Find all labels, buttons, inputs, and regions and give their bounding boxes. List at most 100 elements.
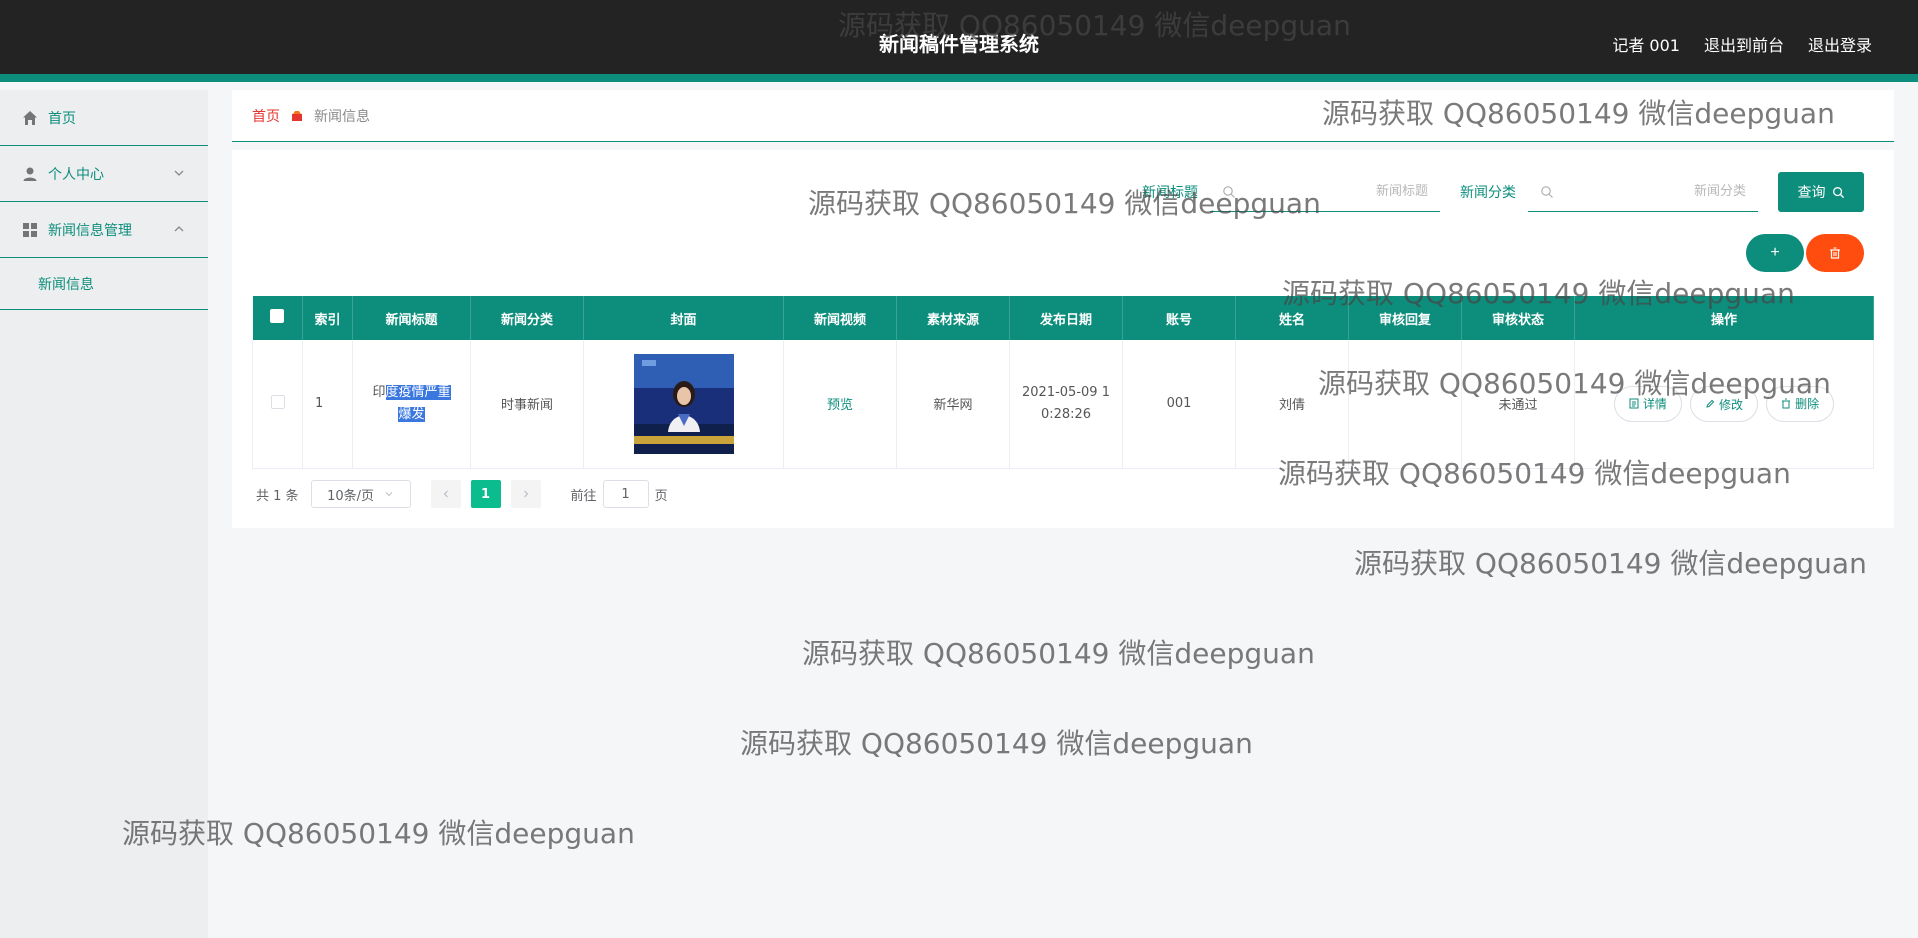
cover-cell	[583, 340, 784, 469]
table-header-row: 索引 新闻标题 新闻分类 封面 新闻视频 素材来源 发布日期 账号 姓名 审核回…	[252, 296, 1874, 340]
select-all-cell	[252, 296, 303, 340]
delete-button[interactable]: 删除	[1766, 385, 1835, 422]
sidebar-item-news-management[interactable]: 新闻信息管理	[0, 202, 208, 258]
grid-icon	[23, 222, 37, 237]
category-cell: 时事新闻	[470, 340, 584, 469]
goto-page-input[interactable]	[602, 480, 649, 508]
breadcrumb-current: 新闻信息	[314, 108, 370, 125]
breadcrumb-separator-icon	[292, 110, 302, 121]
document-icon	[1629, 398, 1639, 409]
reply-cell	[1348, 340, 1462, 469]
search-icon	[1832, 186, 1844, 198]
cover-image[interactable]	[633, 353, 734, 454]
video-preview-link[interactable]: 预览	[827, 398, 853, 413]
column-header: 操作	[1574, 296, 1874, 340]
current-user[interactable]: 记者 001	[1612, 32, 1680, 56]
sidebar-item-label: 新闻信息管理	[48, 222, 132, 239]
search-icon	[1223, 185, 1235, 198]
column-header: 审核状态	[1461, 296, 1575, 340]
account-cell: 001	[1122, 340, 1236, 469]
row-checkbox[interactable]	[270, 394, 285, 409]
column-header: 新闻视频	[783, 296, 897, 340]
column-header: 素材来源	[896, 296, 1010, 340]
chevron-right-icon	[523, 490, 528, 498]
column-header: 账号	[1122, 296, 1236, 340]
title-search-input[interactable]	[1236, 184, 1428, 199]
sidebar: 首页 个人中心 新闻信息管理 新闻信息	[0, 90, 208, 938]
title-highlight: 爆发	[398, 406, 425, 422]
title-search-label: 新闻标题	[1142, 185, 1198, 201]
title-text: 印	[372, 384, 386, 400]
sidebar-item-label: 个人中心	[48, 166, 104, 183]
source-cell: 新华网	[896, 340, 1010, 469]
title-search-field	[1210, 172, 1440, 212]
sidebar-item-home[interactable]: 首页	[0, 90, 208, 146]
logout-link[interactable]: 退出登录	[1808, 32, 1872, 56]
page-size-value: 10条/页	[327, 488, 375, 504]
news-table: 索引 新闻标题 新闻分类 封面 新闻视频 素材来源 发布日期 账号 姓名 审核回…	[252, 296, 1874, 469]
watermark-text: 源码获取 QQ86050149 微信deepguan	[802, 637, 1315, 670]
exit-to-frontend-link[interactable]: 退出到前台	[1704, 32, 1784, 56]
date-text: 2021-05-09 1	[1022, 384, 1110, 400]
action-buttons: +	[1746, 234, 1864, 272]
trash-icon	[1830, 247, 1840, 259]
category-search-field	[1528, 172, 1758, 212]
add-button[interactable]: +	[1746, 234, 1804, 272]
chevron-down-icon	[174, 170, 184, 176]
prev-page-button[interactable]	[430, 480, 461, 508]
query-button-label: 查询	[1797, 185, 1826, 201]
date-cell: 2021-05-09 1 0:28:26	[1009, 340, 1123, 469]
goto-suffix: 页	[654, 488, 668, 504]
column-header: 审核回复	[1348, 296, 1462, 340]
header-links: 记者 001 退出到前台 退出登录	[1612, 32, 1872, 56]
operations-cell: 详情 修改 删除	[1574, 340, 1874, 469]
column-header: 索引	[302, 296, 353, 340]
table-row: 1 印度疫情严重 爆发 时事新闻 预览 新华网 2021-05-09 1 0:2…	[252, 340, 1874, 469]
detail-button[interactable]: 详情	[1613, 385, 1682, 422]
goto-prefix: 前往	[570, 488, 597, 504]
watermark-text: 源码获取 QQ86050149 微信deepguan	[1354, 547, 1867, 580]
category-search-label: 新闻分类	[1460, 185, 1516, 201]
edit-button[interactable]: 修改	[1689, 386, 1758, 422]
search-icon	[1541, 185, 1553, 198]
sidebar-item-label: 首页	[48, 110, 76, 127]
name-cell: 刘倩	[1235, 340, 1349, 469]
sidebar-subitem-news-info[interactable]: 新闻信息	[0, 258, 208, 310]
breadcrumb: 首页 新闻信息	[232, 90, 1894, 142]
breadcrumb-home[interactable]: 首页	[252, 106, 280, 126]
batch-delete-button[interactable]	[1806, 234, 1864, 272]
title-cell: 印度疫情严重爆发	[352, 340, 471, 469]
user-icon	[23, 167, 37, 181]
edit-label: 修改	[1718, 397, 1743, 412]
title-highlight: 度疫情严重	[385, 384, 451, 400]
search-bar: 新闻标题 新闻分类 查询	[1142, 172, 1864, 212]
sidebar-item-profile[interactable]: 个人中心	[0, 146, 208, 202]
page-number-button[interactable]: 1	[470, 480, 501, 508]
select-all-checkbox[interactable]	[270, 309, 285, 323]
row-select-cell	[252, 340, 303, 469]
page-size-select[interactable]: 10条/页	[310, 480, 411, 508]
pencil-icon	[1706, 399, 1715, 408]
column-header: 新闻分类	[470, 296, 584, 340]
date-text: 0:28:26	[1040, 406, 1092, 422]
main-panel: 新闻标题 新闻分类 查询 + 索引 新闻标题 新闻分类 封面	[232, 150, 1894, 528]
column-header: 新闻标题	[352, 296, 471, 340]
goto-page: 前往 页	[571, 480, 668, 508]
home-icon	[23, 110, 37, 125]
next-page-button[interactable]	[510, 480, 541, 508]
top-header: 新闻稿件管理系统 记者 001 退出到前台 退出登录	[0, 0, 1918, 82]
trash-icon	[1782, 398, 1791, 409]
delete-label: 删除	[1795, 397, 1820, 411]
video-cell: 预览	[783, 340, 897, 469]
index-cell: 1	[302, 340, 353, 469]
column-header: 封面	[583, 296, 784, 340]
query-button[interactable]: 查询	[1778, 172, 1864, 212]
chevron-up-icon	[174, 226, 184, 232]
chevron-left-icon	[443, 490, 448, 498]
category-search-input[interactable]	[1554, 184, 1746, 199]
chevron-down-icon	[385, 492, 393, 497]
column-header: 姓名	[1235, 296, 1349, 340]
watermark-text: 源码获取 QQ86050149 微信deepguan	[740, 727, 1253, 760]
detail-label: 详情	[1642, 397, 1667, 411]
pagination: 共 1 条 10条/页 1 前往 页	[256, 480, 668, 508]
